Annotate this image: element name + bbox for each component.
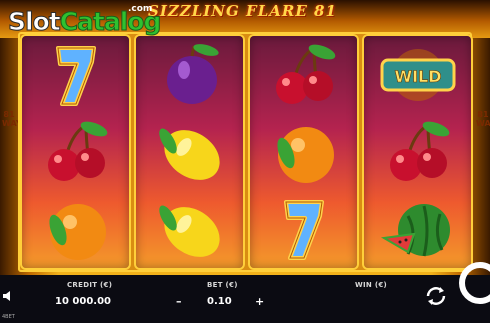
ways-label-left: 81 WAYS	[2, 110, 27, 128]
wild-label: WILD	[394, 67, 441, 86]
win-label: WIN (€)	[355, 281, 387, 289]
watermark-slot: Slot	[8, 7, 62, 37]
reel-4: WILD	[364, 36, 471, 268]
seven-icon	[284, 200, 324, 260]
ways-text-right: 81 WAYS	[476, 110, 490, 128]
symbol-wild: WILD	[364, 36, 471, 113]
slot-game-screen: SlotCatalog .com SIZZLING FLARE 81 81 WA…	[0, 0, 490, 323]
orange-icon	[49, 204, 106, 260]
game-title: SIZZLING FLARE 81	[148, 2, 337, 20]
symbol-orange	[22, 190, 129, 267]
symbol-cherry	[364, 113, 471, 190]
symbol-orange	[250, 113, 357, 190]
credit-label: CREDIT (€)	[67, 281, 113, 289]
bet-value: 0.10	[207, 296, 232, 307]
slotcatalog-watermark: SlotCatalog .com	[8, 4, 162, 37]
lemon-icon	[159, 128, 220, 180]
cherry-icon	[276, 44, 336, 104]
lemon-icon	[159, 205, 220, 257]
reel-2	[136, 36, 243, 268]
symbol-cherry	[250, 36, 357, 113]
control-bar: CREDIT (€) 10 000.00 – BET (€) 0.10 + WI…	[0, 262, 490, 323]
reel-3	[250, 36, 357, 268]
autoplay-icon[interactable]	[424, 284, 448, 308]
symbol-cherry	[22, 113, 129, 190]
symbol-seven	[22, 36, 129, 113]
bet-decrease-button[interactable]: –	[176, 295, 182, 308]
spin-button[interactable]	[456, 261, 490, 309]
symbol-watermelon	[364, 190, 471, 267]
seven-icon	[56, 46, 96, 106]
symbol-lemon	[136, 190, 243, 267]
reel-1	[22, 36, 129, 268]
cherry-icon	[48, 121, 108, 181]
watermark-domain: .com	[128, 4, 153, 14]
cherry-icon	[390, 121, 450, 181]
watermelon-icon	[380, 204, 450, 257]
bet-increase-button[interactable]: +	[255, 295, 264, 308]
orange-icon	[277, 127, 334, 183]
symbol-lemon	[136, 113, 243, 190]
symbol-plum	[136, 36, 243, 113]
bet-label: BET (€)	[207, 281, 238, 289]
wild-icon: WILD	[380, 49, 456, 101]
provider-tag: 4BET	[2, 314, 15, 320]
plum-icon	[167, 44, 219, 104]
sound-icon[interactable]	[2, 290, 14, 302]
ways-label-right: 81 WAYS	[476, 110, 490, 128]
symbol-seven	[250, 190, 357, 267]
credit-value: 10 000.00	[55, 296, 111, 307]
